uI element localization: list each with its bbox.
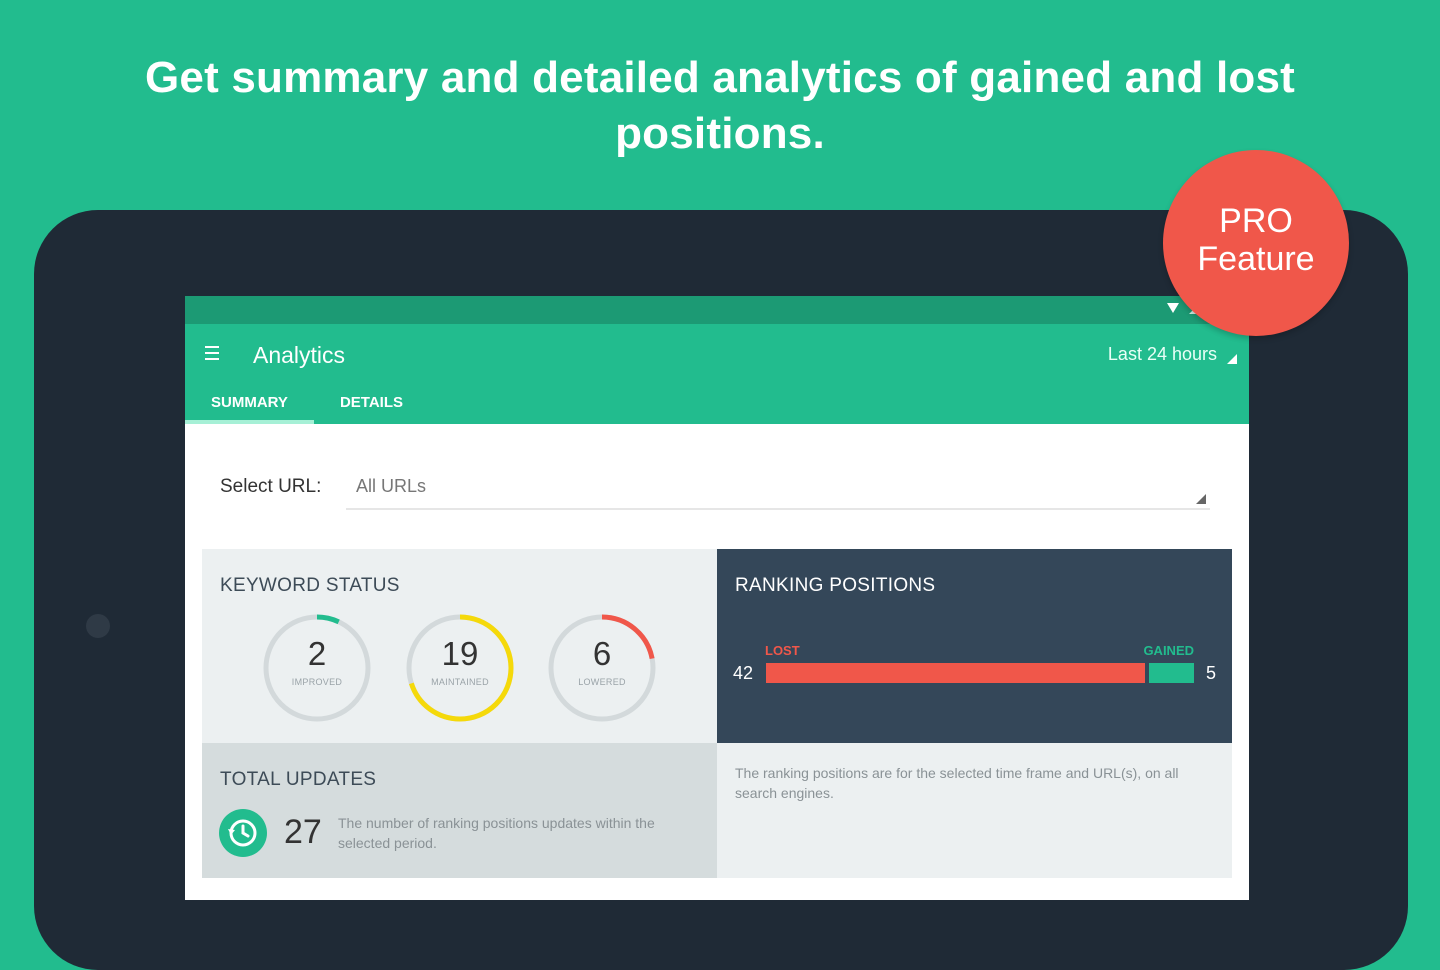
lowered-label: LOWERED bbox=[578, 677, 626, 687]
keyword-status-card: KEYWORD STATUS 2 IMPROVED 19 MAINTAINED … bbox=[202, 549, 717, 743]
url-select-label: Select URL: bbox=[220, 476, 322, 497]
tab-summary[interactable]: SUMMARY bbox=[185, 390, 314, 424]
ranking-positions-title: RANKING POSITIONS bbox=[735, 575, 936, 596]
wifi-icon bbox=[1167, 303, 1179, 313]
tab-summary-label: SUMMARY bbox=[211, 394, 288, 411]
tab-details[interactable]: DETAILS bbox=[314, 390, 429, 424]
url-select-value: All URLs bbox=[356, 476, 427, 496]
ranking-note: The ranking positions are for the select… bbox=[735, 765, 1179, 801]
improved-value: 2 bbox=[307, 635, 327, 672]
lost-value: 42 bbox=[733, 663, 754, 683]
tab-indicator bbox=[185, 420, 314, 424]
url-select[interactable]: All URLs bbox=[346, 474, 1210, 510]
gained-label: GAINED bbox=[1143, 643, 1194, 658]
maintained-value: 19 bbox=[441, 635, 479, 672]
status-bar bbox=[185, 296, 1249, 324]
lost-bar bbox=[766, 663, 1145, 683]
app-title: Analytics bbox=[253, 342, 346, 368]
total-updates-card: TOTAL UPDATES 27 The number of ranking p… bbox=[202, 743, 717, 878]
lowered-donut: 6 LOWERED bbox=[547, 613, 657, 723]
maintained-label: MAINTAINED bbox=[431, 677, 489, 687]
keyword-status-title: KEYWORD STATUS bbox=[220, 575, 400, 596]
app-screen: Analytics Last 24 hours SUMMARY DETAILS … bbox=[185, 296, 1249, 900]
total-updates-title: TOTAL UPDATES bbox=[220, 769, 377, 790]
camera-dot bbox=[86, 614, 110, 638]
tab-bar: SUMMARY DETAILS bbox=[185, 390, 429, 424]
url-selector-row: Select URL: All URLs bbox=[220, 474, 1210, 514]
dropdown-caret-icon bbox=[1196, 494, 1206, 504]
gained-bar bbox=[1148, 663, 1194, 683]
improved-label: IMPROVED bbox=[291, 677, 343, 687]
tab-details-label: DETAILS bbox=[339, 394, 404, 411]
pro-badge-line1: PRO bbox=[1219, 202, 1293, 240]
lowered-value: 6 bbox=[592, 635, 612, 672]
ranking-bar bbox=[766, 663, 1194, 683]
history-icon bbox=[219, 809, 267, 857]
total-updates-description: The number of ranking positions updates … bbox=[338, 815, 655, 851]
dropdown-caret-icon bbox=[1227, 354, 1237, 364]
pro-badge-line2: Feature bbox=[1197, 240, 1315, 278]
menu-icon[interactable] bbox=[205, 346, 219, 364]
lost-label: LOST bbox=[765, 643, 800, 658]
total-updates-value: 27 bbox=[284, 813, 322, 851]
ranking-positions-card: RANKING POSITIONS LOST GAINED 42 5 bbox=[717, 549, 1232, 743]
pro-feature-badge: PRO Feature bbox=[1163, 150, 1349, 336]
maintained-donut: 19 MAINTAINED bbox=[405, 613, 515, 723]
time-range-dropdown[interactable]: Last 24 hours bbox=[1108, 344, 1217, 365]
improved-donut: 2 IMPROVED bbox=[262, 613, 372, 723]
ranking-note-card: The ranking positions are for the select… bbox=[717, 743, 1232, 878]
gained-value: 5 bbox=[1205, 663, 1216, 683]
headline: Get summary and detailed analytics of ga… bbox=[144, 53, 1295, 158]
app-bar: Analytics Last 24 hours SUMMARY DETAILS bbox=[185, 324, 1249, 424]
